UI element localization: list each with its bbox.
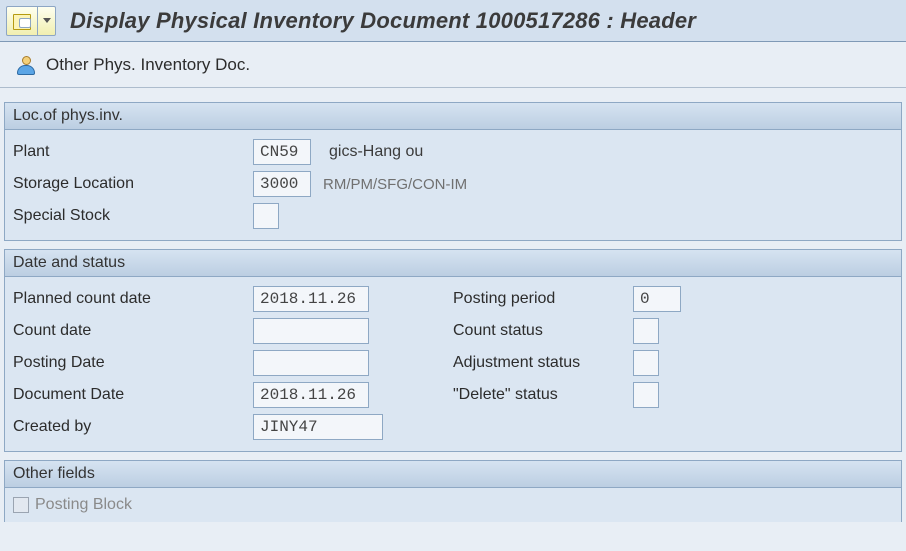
- created-by-field[interactable]: JINY47: [253, 414, 383, 440]
- other-fields-panel: Other fields Posting Block: [4, 460, 902, 522]
- count-status-label: Count status: [453, 322, 633, 340]
- planned-count-date-label: Planned count date: [13, 290, 253, 308]
- toolbar: Other Phys. Inventory Doc.: [0, 42, 906, 88]
- posting-block-checkbox[interactable]: [13, 497, 29, 513]
- plant-description: gics-Hang ou: [329, 143, 423, 161]
- title-menu-button[interactable]: [6, 6, 56, 36]
- plant-field[interactable]: CN59: [253, 139, 311, 165]
- document-date-label: Document Date: [13, 386, 253, 404]
- plant-label: Plant: [13, 143, 253, 161]
- special-stock-field[interactable]: [253, 203, 279, 229]
- posting-period-label: Posting period: [453, 290, 633, 308]
- page-title: Display Physical Inventory Document 1000…: [70, 8, 696, 34]
- adjustment-status-field[interactable]: [633, 350, 659, 376]
- storage-location-description: RM/PM/SFG/CON-IM: [323, 176, 467, 193]
- count-date-field[interactable]: [253, 318, 369, 344]
- other-inventory-doc-button[interactable]: Other Phys. Inventory Doc.: [46, 55, 250, 75]
- person-icon: [16, 55, 36, 75]
- dropdown-icon: [37, 7, 55, 35]
- created-by-label: Created by: [13, 418, 253, 436]
- special-stock-label: Special Stock: [13, 207, 253, 225]
- storage-location-label: Storage Location: [13, 175, 253, 193]
- loc-of-phys-inv-panel: Loc.of phys.inv. Plant CN59 gics-Hang ou…: [4, 102, 902, 241]
- panel-header: Date and status: [5, 250, 901, 277]
- date-status-panel: Date and status Planned count date 2018.…: [4, 249, 902, 452]
- adjustment-status-label: Adjustment status: [453, 354, 633, 372]
- panel-header: Loc.of phys.inv.: [5, 103, 901, 130]
- document-icon: [7, 12, 37, 30]
- document-date-field[interactable]: 2018.11.26: [253, 382, 369, 408]
- delete-status-label: "Delete" status: [453, 386, 633, 404]
- panel-header: Other fields: [5, 461, 901, 488]
- storage-location-field[interactable]: 3000: [253, 171, 311, 197]
- posting-date-label: Posting Date: [13, 354, 253, 372]
- planned-count-date-field[interactable]: 2018.11.26: [253, 286, 369, 312]
- delete-status-field[interactable]: [633, 382, 659, 408]
- title-bar: Display Physical Inventory Document 1000…: [0, 0, 906, 42]
- posting-block-label: Posting Block: [35, 496, 132, 514]
- count-status-field[interactable]: [633, 318, 659, 344]
- posting-period-field[interactable]: 0: [633, 286, 681, 312]
- posting-date-field[interactable]: [253, 350, 369, 376]
- count-date-label: Count date: [13, 322, 253, 340]
